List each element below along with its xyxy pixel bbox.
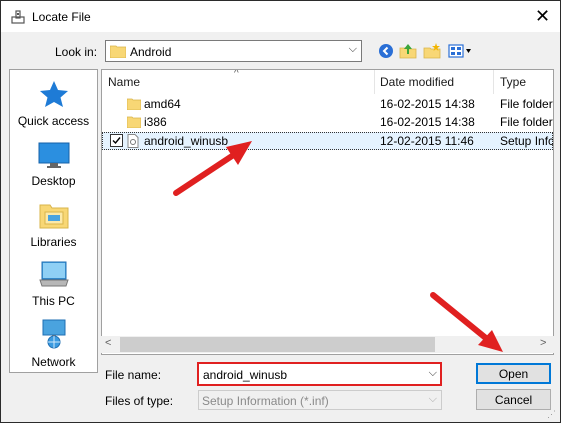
column-header-type[interactable]: Type xyxy=(500,70,526,94)
column-divider[interactable] xyxy=(374,70,375,94)
list-item-selected[interactable]: android_winusb 12-02-2015 11:46 Setup In… xyxy=(102,132,553,150)
file-date: 16-02-2015 14:38 xyxy=(380,115,475,129)
file-type: File folder xyxy=(500,115,553,129)
view-menu-button[interactable] xyxy=(447,42,473,60)
list-item[interactable]: i386 16-02-2015 14:38 File folder xyxy=(102,113,553,131)
close-button[interactable]: ✕ xyxy=(525,1,560,32)
chevron-down-icon: ⌵ xyxy=(428,393,437,405)
libraries-icon xyxy=(39,204,68,229)
file-name-label: File name: xyxy=(105,368,162,382)
list-item[interactable]: amd64 16-02-2015 14:38 File folder xyxy=(102,95,553,113)
file-date: 12-02-2015 11:46 xyxy=(380,134,474,148)
place-label: Quick access xyxy=(17,114,90,128)
desktop-icon xyxy=(38,142,69,168)
column-header-name[interactable]: Name xyxy=(108,70,140,94)
window-title: Locate File xyxy=(32,10,91,24)
folder-icon xyxy=(127,116,141,128)
file-type-dropdown[interactable]: Setup Information (*.inf) ⌵ xyxy=(198,390,442,410)
chevron-down-icon: ⌵ xyxy=(348,43,357,55)
new-folder-button[interactable] xyxy=(422,42,442,60)
look-in-label: Look in: xyxy=(55,45,98,59)
column-divider[interactable] xyxy=(493,70,494,94)
place-this-pc[interactable]: This PC xyxy=(10,260,97,308)
places-bar: Quick access Desktop Libraries This PC N… xyxy=(9,69,98,373)
scrollbar-thumb[interactable] xyxy=(120,337,435,352)
setup-file-icon xyxy=(127,134,139,148)
scroll-left-icon[interactable]: < xyxy=(105,337,111,349)
file-name-value: android_winusb xyxy=(203,368,288,382)
new-folder-icon xyxy=(423,43,441,59)
back-button[interactable] xyxy=(376,42,396,60)
column-header-date[interactable]: Date modified xyxy=(380,70,454,94)
checkbox-checked-icon[interactable] xyxy=(110,134,123,147)
app-icon xyxy=(11,10,25,24)
place-libraries[interactable]: Libraries xyxy=(10,201,97,249)
file-list[interactable]: ^ Name Date modified Type amd64 16-02-20… xyxy=(101,69,554,355)
back-arrow-icon xyxy=(379,44,393,58)
place-desktop[interactable]: Desktop xyxy=(10,142,97,188)
horizontal-scrollbar[interactable]: < > xyxy=(101,336,554,353)
file-name: i386 xyxy=(144,115,167,129)
open-button[interactable]: Open xyxy=(476,363,551,384)
view-menu-icon xyxy=(448,44,471,58)
file-type: Setup Infc xyxy=(500,134,554,148)
folder-icon xyxy=(127,98,141,110)
network-icon xyxy=(42,319,65,349)
file-type-value: Setup Information (*.inf) xyxy=(202,394,329,408)
file-name: android_winusb xyxy=(144,134,229,148)
computer-icon xyxy=(38,261,69,287)
chevron-down-icon[interactable]: ⌵ xyxy=(429,367,437,380)
up-folder-icon xyxy=(399,44,417,59)
cancel-button[interactable]: Cancel xyxy=(476,389,551,410)
place-quick-access[interactable]: Quick access xyxy=(10,80,97,128)
file-name: amd64 xyxy=(144,97,181,111)
file-type-label: Files of type: xyxy=(105,394,174,408)
folder-icon xyxy=(110,45,126,58)
place-label: Network xyxy=(31,355,76,369)
place-label: Desktop xyxy=(31,174,76,188)
place-label: This PC xyxy=(32,294,75,308)
sort-ascending-icon: ^ xyxy=(234,69,239,79)
locate-file-dialog: Locate File ✕ Look in: Android ⌵ Quick a… xyxy=(0,0,561,423)
star-icon xyxy=(39,81,68,107)
close-icon: ✕ xyxy=(534,6,551,26)
scroll-right-icon[interactable]: > xyxy=(540,337,546,349)
file-type: File folder xyxy=(500,97,553,111)
file-date: 16-02-2015 14:38 xyxy=(380,97,475,111)
file-name-input[interactable]: android_winusb ⌵ xyxy=(197,362,442,386)
look-in-value: Android xyxy=(130,45,172,59)
up-folder-button[interactable] xyxy=(398,42,418,60)
place-network[interactable]: Network xyxy=(10,319,97,369)
resize-grip-icon[interactable]: ⋰ xyxy=(547,409,556,420)
title-bar: Locate File ✕ xyxy=(1,1,560,32)
look-in-dropdown[interactable]: Android ⌵ xyxy=(105,40,362,62)
place-label: Libraries xyxy=(30,235,77,249)
